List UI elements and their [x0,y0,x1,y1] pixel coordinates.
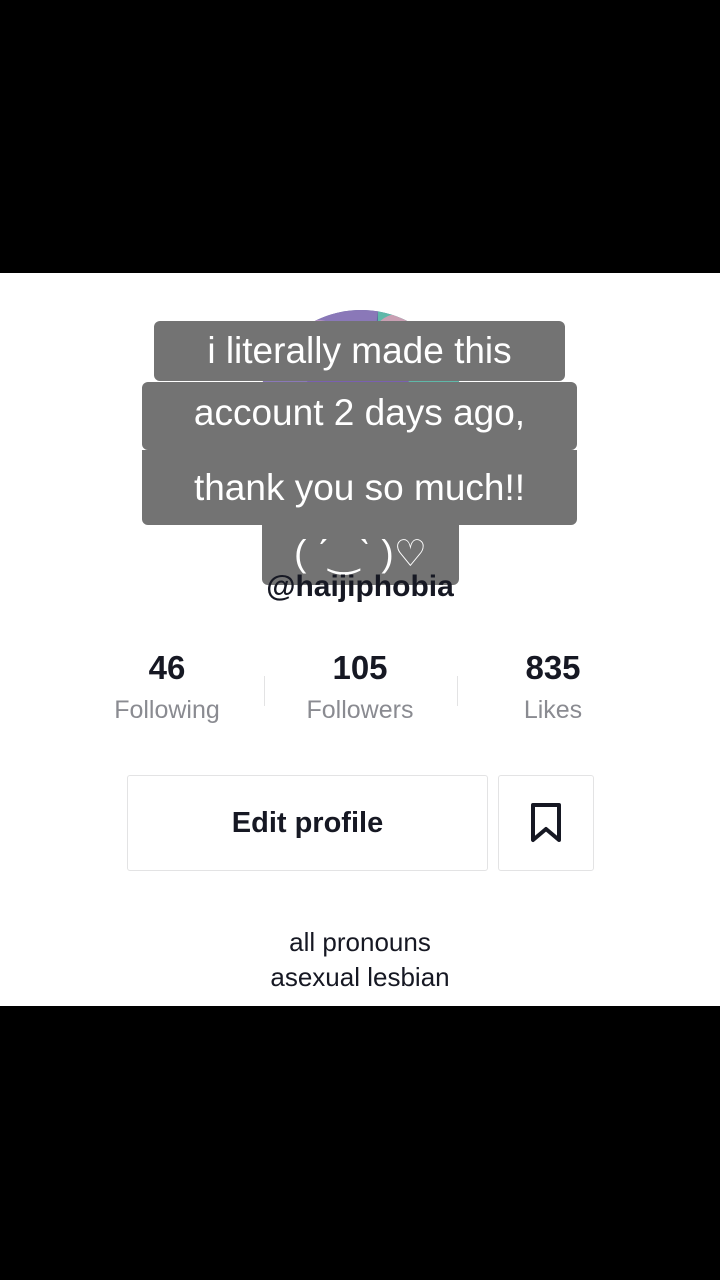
bookmark-icon [531,803,561,842]
caption-line-1: i literally made this [154,321,565,381]
bio-line: all pronouns [289,927,431,957]
caption-line-3: thank you so much!! [142,450,577,525]
top-letterbox [0,0,720,273]
stat-following[interactable]: 46 Following [67,646,267,725]
following-count: 46 [148,649,186,686]
following-label: Following [114,696,220,724]
profile-section: i literally made this account 2 days ago… [0,273,720,1006]
stat-followers[interactable]: 105 Followers [260,646,460,725]
bio-line: asexual lesbian [270,962,450,992]
followers-count: 105 [332,649,388,686]
followers-label: Followers [306,696,414,724]
bookmark-button[interactable] [498,775,594,871]
edit-profile-button[interactable]: Edit profile [127,775,488,871]
stat-likes[interactable]: 835 Likes [453,646,653,725]
likes-count: 835 [525,649,581,686]
bio: all pronouns asexual lesbian [0,925,720,995]
bottom-letterbox [0,1006,720,1280]
caption-line-2: account 2 days ago, [142,382,577,450]
username: @haijiphobia [266,570,454,603]
likes-label: Likes [523,696,583,724]
